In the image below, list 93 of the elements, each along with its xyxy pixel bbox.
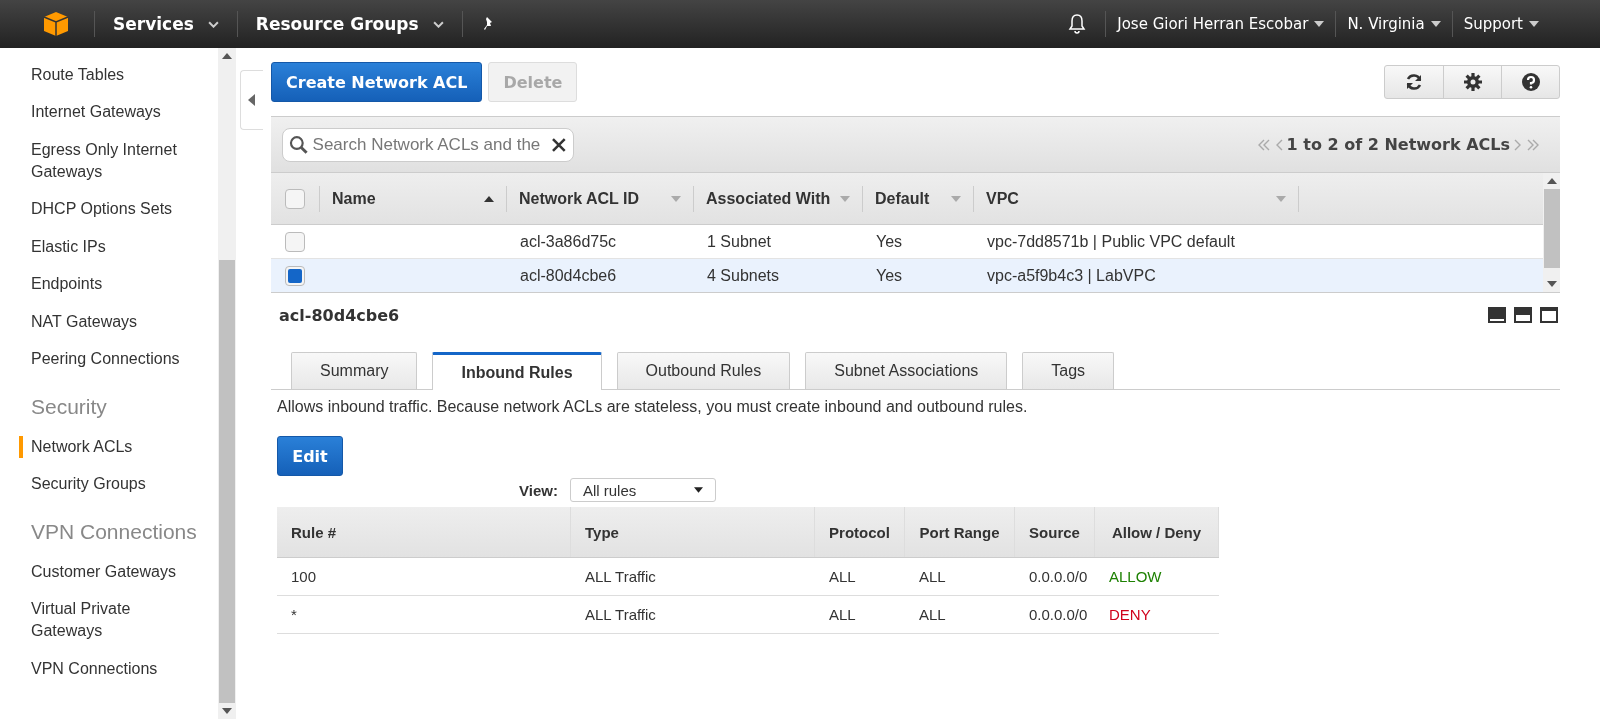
table-cell: vpc-7dd8571b | Public VPC default [987,232,1235,250]
select-all-checkbox[interactable] [285,188,305,209]
chevron-down-icon[interactable] [432,20,444,28]
view-label: View: [519,481,558,499]
sidebar-item[interactable]: Security Groups [0,465,218,503]
sidebar-item[interactable]: Internet Gateways [0,93,218,131]
column-header: Protocol [829,523,890,541]
sidebar-item[interactable]: Network ACLs [0,428,218,466]
column-header[interactable]: Default [875,189,930,208]
sidebar-item[interactable]: Elastic IPs [0,228,218,266]
allow-deny-status: ALLOW [1109,568,1162,585]
sidebar-section-heading: VPN Connections [30,519,198,545]
table-cell: ALL [829,606,856,623]
table-cell: ALL [919,568,946,585]
account-menu[interactable]: Jose Giori Herran Escobar [1106,15,1336,33]
column-header: Rule # [291,523,336,541]
sidebar-section-heading: Security [30,394,108,420]
row-checkbox[interactable] [285,231,305,252]
sidebar-item[interactable]: Route Tables [0,56,218,94]
sidebar-item[interactable]: VPN Connections [0,650,218,688]
pane-middle-icon[interactable] [1514,307,1532,323]
table-scrollbar[interactable] [1543,173,1560,292]
column-header[interactable]: Name [332,189,376,208]
sidebar-item[interactable]: Peering Connections [0,340,218,378]
sidebar-scrollbar[interactable] [218,48,236,719]
allow-deny-status: DENY [1109,606,1151,623]
table-cell: vpc-a5f9b4c3 | LabVPC [987,266,1156,284]
table-cell: ALL Traffic [585,568,656,585]
table-cell: 100 [291,568,317,585]
triangle-left-icon[interactable] [248,94,256,106]
search-box[interactable]: Search Network ACLs and the [282,127,574,162]
caret-down-icon[interactable] [1529,21,1539,27]
detail-tab[interactable]: Summary [291,352,418,389]
settings-icon[interactable] [1462,72,1483,92]
caret-down-icon[interactable] [1430,21,1441,27]
region-menu[interactable]: N. Virginia [1336,15,1452,33]
pane-top-icon[interactable] [1540,307,1558,323]
column-header: Port Range [919,523,1000,541]
clear-icon[interactable] [551,136,567,153]
chevron-down-icon[interactable] [207,20,219,28]
column-header[interactable]: VPC [986,189,1019,208]
sidebar-item[interactable]: DHCP Options Sets [0,190,218,228]
pane-bottom-icon[interactable] [1488,307,1506,323]
nav-menu[interactable]: Services [95,14,237,34]
table-cell: acl-3a86d75c [520,232,617,250]
cube-logo-icon[interactable] [42,10,70,38]
caret-down-icon[interactable] [693,487,703,493]
sidebar-item[interactable]: Virtual Private Gateways [0,590,218,650]
sort-ascending-icon[interactable] [484,195,494,202]
sidebar-item[interactable]: Customer Gateways [0,553,218,591]
detail-tab[interactable]: Inbound Rules [432,352,602,390]
column-header: Source [1029,523,1080,541]
table-cell: 1 Subnet [707,232,772,250]
pagination-text: 1 to 2 of 2 Network ACLs [1286,135,1510,154]
table-cell: 0.0.0.0/0 [1029,568,1088,585]
bell-icon[interactable] [1067,13,1088,35]
nav-menu[interactable]: Resource Groups [237,14,462,34]
table-cell: Yes [876,266,903,284]
column-header: Allow / Deny [1111,523,1202,541]
column-header: Type [585,523,619,541]
search-icon [289,134,309,155]
sidebar-item[interactable]: NAT Gateways [0,303,218,341]
edit-button[interactable]: Edit [277,436,343,476]
view-dropdown[interactable]: All rules [569,478,716,502]
table-row[interactable]: acl-80d4cbe6 4 Subnets Yes vpc-a5f9b4c3 | LabVPC [271,259,1543,292]
table-cell: Yes [876,232,903,250]
detail-tab[interactable]: Subnet Associations [805,352,1008,389]
scroll-up-icon[interactable] [1546,178,1557,184]
table-cell: ALL [829,568,856,585]
column-header[interactable]: Associated With [706,189,831,208]
row-checkbox[interactable] [285,265,305,286]
table-cell: 0.0.0.0/0 [1029,606,1088,623]
scroll-down-icon[interactable] [1546,281,1557,287]
table-cell: * [291,606,297,623]
refresh-icon[interactable] [1404,72,1424,92]
detail-title: acl-80d4cbe6 [279,305,400,325]
caret-down-icon[interactable] [1314,21,1325,27]
table-cell: acl-80d4cbe6 [520,266,617,284]
collapse-sidebar-button[interactable] [240,70,263,130]
sidebar-item[interactable]: Endpoints [0,265,218,303]
create-network-acl-button[interactable]: Create Network ACL [271,62,483,102]
column-header[interactable]: Network ACL ID [519,189,639,208]
table-cell: ALL Traffic [585,606,656,623]
table-cell: 4 Subnets [707,266,780,284]
detail-tab[interactable]: Outbound Rules [616,352,791,389]
detail-tab[interactable]: Tags [1022,352,1115,389]
support-menu[interactable]: Support [1452,15,1550,33]
scroll-up-icon[interactable] [222,53,232,59]
table-cell: ALL [919,606,946,623]
scroll-down-icon[interactable] [222,708,232,714]
help-icon[interactable] [1520,72,1541,92]
sidebar-item[interactable]: Egress Only Internet Gateways [0,131,218,191]
description-text: Allows inbound traffic. Because network ACLs are stateless, you must create inbound and outbound rules. [277,398,1029,416]
